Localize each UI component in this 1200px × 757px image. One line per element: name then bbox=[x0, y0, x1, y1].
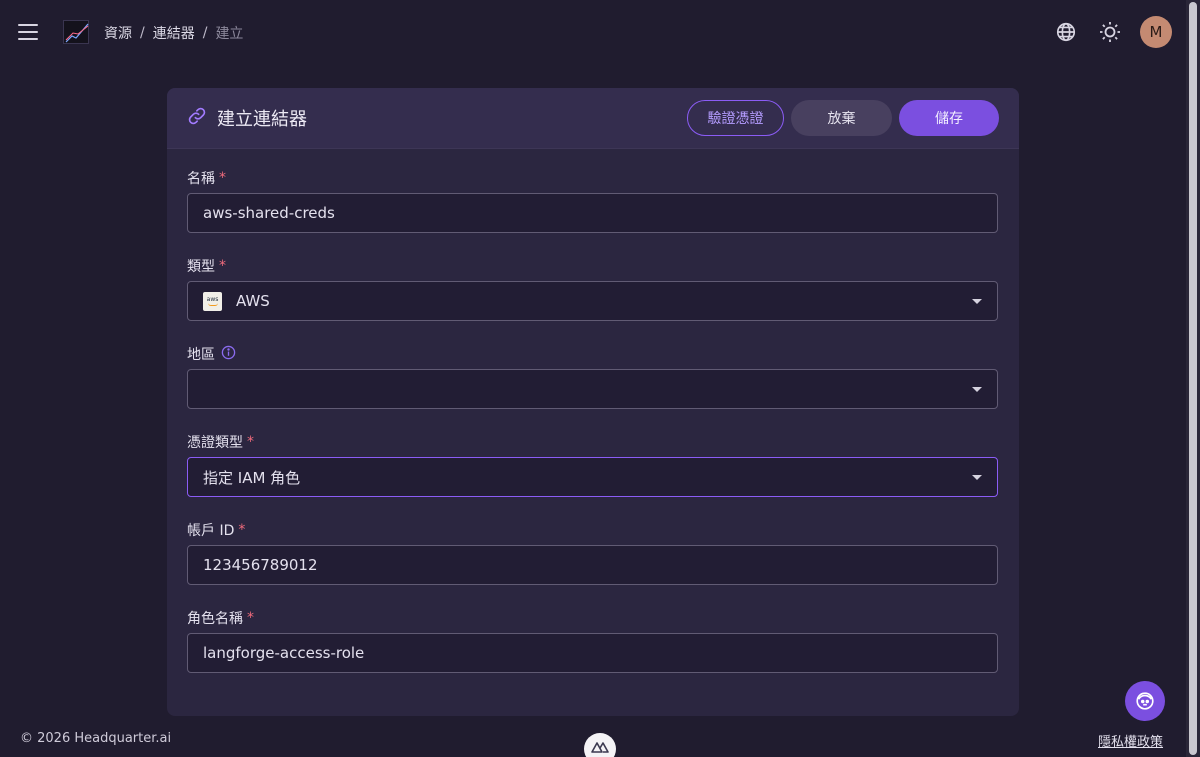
aws-logo-icon: aws bbox=[203, 291, 222, 311]
breadcrumb: 資源 / 連結器 / 建立 bbox=[104, 23, 243, 43]
menu-icon[interactable] bbox=[18, 24, 38, 40]
chevron-down-icon bbox=[972, 474, 982, 480]
breadcrumb-current: 建立 bbox=[215, 26, 244, 42]
top-bar: 資源 / 連結器 / 建立 M bbox=[0, 0, 1186, 64]
account-id-field: 帳戶 ID * 123456789012 bbox=[187, 520, 998, 585]
breadcrumb-resources[interactable]: 資源 bbox=[104, 23, 132, 43]
user-avatar[interactable]: M bbox=[1140, 16, 1172, 48]
type-field: 類型 * aws AWS bbox=[187, 256, 998, 321]
verify-credentials-button[interactable]: 驗證憑證 bbox=[687, 100, 784, 136]
type-label: 類型 bbox=[187, 259, 215, 275]
framework-logo-icon bbox=[584, 733, 616, 757]
breadcrumb-connectors[interactable]: 連結器 bbox=[153, 23, 195, 43]
page-title: 建立連結器 bbox=[217, 109, 307, 130]
save-button[interactable]: 儲存 bbox=[899, 100, 999, 136]
privacy-policy-link[interactable]: 隱私權政策 bbox=[1098, 731, 1163, 750]
role-name-input[interactable]: langforge-access-role bbox=[187, 633, 998, 673]
required-marker: * bbox=[219, 170, 226, 186]
account-id-input[interactable]: 123456789012 bbox=[187, 545, 998, 585]
discard-button[interactable]: 放棄 bbox=[791, 100, 892, 136]
credential-type-field: 憑證類型 * 指定 IAM 角色 bbox=[187, 432, 998, 497]
region-select[interactable] bbox=[187, 369, 998, 409]
type-value: AWS bbox=[236, 292, 270, 310]
type-select[interactable]: aws AWS bbox=[187, 281, 998, 321]
sun-icon[interactable] bbox=[1094, 16, 1126, 48]
account-id-value: 123456789012 bbox=[203, 556, 318, 574]
required-marker: * bbox=[219, 258, 226, 274]
credential-type-select[interactable]: 指定 IAM 角色 bbox=[187, 457, 998, 497]
copyright-text: © 2026 Headquarter.ai bbox=[20, 731, 172, 746]
app-logo[interactable] bbox=[63, 20, 89, 44]
card-header: 建立連結器 驗證憑證 放棄 儲存 bbox=[167, 88, 1019, 149]
chevron-down-icon bbox=[972, 386, 982, 392]
region-label: 地區 bbox=[187, 347, 215, 363]
credential-type-label: 憑證類型 bbox=[187, 435, 243, 451]
role-name-value: langforge-access-role bbox=[203, 644, 365, 662]
account-id-label: 帳戶 ID bbox=[187, 523, 235, 539]
required-marker: * bbox=[247, 610, 254, 626]
credential-type-value: 指定 IAM 角色 bbox=[203, 468, 301, 487]
required-marker: * bbox=[238, 522, 246, 538]
top-actions: M bbox=[1050, 16, 1172, 48]
globe-icon[interactable] bbox=[1050, 16, 1082, 48]
region-field: 地區 bbox=[187, 344, 998, 409]
assistant-chat-button[interactable] bbox=[1125, 681, 1165, 721]
name-label: 名稱 bbox=[187, 171, 215, 187]
scrollbar-thumb[interactable] bbox=[1189, 2, 1197, 755]
breadcrumb-separator: / bbox=[140, 25, 145, 41]
name-input[interactable]: aws-shared-creds bbox=[187, 193, 998, 233]
create-connector-card: 建立連結器 驗證憑證 放棄 儲存 名稱 * aws-shared-creds 類… bbox=[167, 88, 1019, 716]
chevron-down-icon bbox=[972, 298, 982, 304]
name-value: aws-shared-creds bbox=[203, 204, 335, 222]
required-marker: * bbox=[247, 434, 254, 450]
link-icon bbox=[187, 106, 207, 130]
role-name-label: 角色名稱 bbox=[187, 611, 243, 627]
role-name-field: 角色名稱 * langforge-access-role bbox=[187, 608, 998, 673]
page-scrollbar[interactable] bbox=[1186, 0, 1200, 757]
name-field: 名稱 * aws-shared-creds bbox=[187, 168, 998, 233]
breadcrumb-separator: / bbox=[202, 25, 208, 41]
info-icon[interactable] bbox=[221, 345, 236, 364]
